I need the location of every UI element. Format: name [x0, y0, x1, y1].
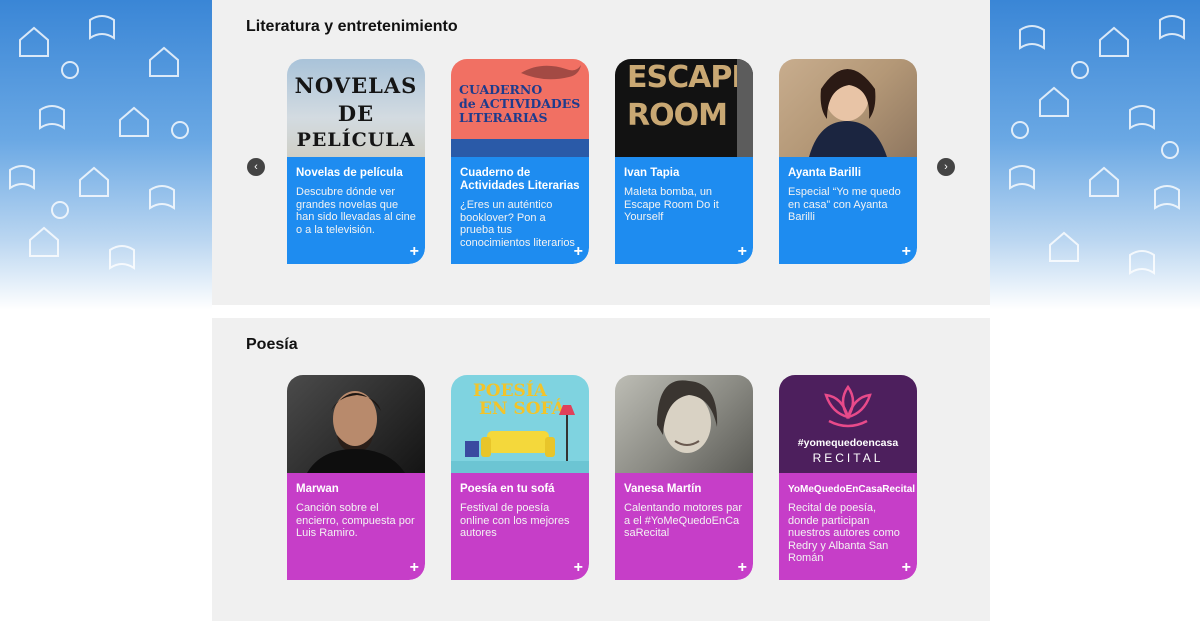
card-description: Calentando motores para el #YoMeQuedoEnC… [624, 502, 743, 539]
card-description: Canción sobre el encierro, compuesta por… [296, 502, 415, 539]
card-description: ¿Eres un auténtico booklover? Pon a prue… [460, 199, 575, 249]
card-body: Cuaderno de Actividades Literarias ¿Eres… [451, 157, 589, 264]
plus-icon[interactable]: + [738, 560, 747, 576]
image-text: ESCAPE [627, 60, 752, 95]
portrait-image [657, 380, 718, 453]
card-description: Festival de poesía online con los mejore… [460, 502, 570, 539]
card-novelas-de-pelicula[interactable]: NOVELAS DE PELÍCULA Novelas de película … [287, 59, 425, 264]
card-image: NOVELAS DE PELÍCULA [287, 59, 425, 157]
section-literatura: Literatura y entretenimiento NOVELAS DE … [212, 0, 990, 305]
image-text: #yomequedoencasa [797, 437, 899, 449]
pattern-icons [1009, 15, 1185, 275]
sofa-icon [451, 405, 589, 473]
section-title: Poesía [246, 336, 298, 353]
carousel-next-button[interactable]: › [937, 158, 955, 176]
card-image: #yomequedoencasa RECITAL [779, 375, 917, 473]
card-cuaderno-actividades[interactable]: CUADERNO de ACTIVIDADES LITERARIAS Cuade… [451, 59, 589, 264]
portrait-image [809, 69, 887, 157]
card-image [779, 59, 917, 157]
image-text: LITERARIAS [459, 110, 548, 125]
card-title: Cuaderno de Actividades Literarias [460, 167, 580, 192]
plus-icon[interactable]: + [574, 560, 583, 576]
card-body: Marwan Canción sobre el encierro, compue… [287, 473, 425, 580]
card-title: Poesía en tu sofá [460, 483, 555, 495]
card-body: Poesía en tu sofá Festival de poesía onl… [451, 473, 589, 580]
decorative-pattern-left [0, 0, 212, 310]
card-poesia-en-tu-sofa[interactable]: POESÍA EN SOFÁ Poesía en tu sofá Festiva… [451, 375, 589, 580]
image-text: ROOM [627, 98, 728, 133]
card-marwan[interactable]: Marwan Canción sobre el encierro, compue… [287, 375, 425, 580]
card-title: Marwan [296, 483, 339, 495]
card-image [287, 375, 425, 473]
image-text: CUADERNO [459, 82, 543, 97]
card-vanesa-martin[interactable]: Vanesa Martín Calentando motores para el… [615, 375, 753, 580]
card-image: CUADERNO de ACTIVIDADES LITERARIAS [451, 59, 589, 157]
section-title: Literatura y entretenimiento [246, 18, 458, 35]
card-description: Especial “Yo me quedo en casa” con Ayant… [788, 186, 901, 223]
image-text: DE [337, 101, 375, 126]
carousel-prev-button[interactable]: ‹ [247, 158, 265, 176]
card-title: YoMeQuedoEnCasaRecital [788, 484, 916, 495]
plus-icon[interactable]: + [410, 244, 419, 260]
card-title: Novelas de película [296, 167, 403, 179]
lotus-icon [824, 384, 872, 428]
card-body: Novelas de película Descubre dónde ver g… [287, 157, 425, 264]
pattern-icons [9, 15, 189, 270]
plus-icon[interactable]: + [902, 244, 911, 260]
card-image: POESÍA EN SOFÁ [451, 375, 589, 473]
card-image [615, 375, 753, 473]
section-poesia: Poesía Marwan Canción sobre el encierro,… [212, 318, 990, 621]
image-band [451, 139, 589, 157]
image-text: RECITAL [812, 451, 884, 465]
card-title: Ivan Tapia [624, 167, 680, 179]
card-title: Vanesa Martín [624, 483, 702, 495]
plus-icon[interactable]: + [902, 560, 911, 576]
image-text: PELÍCULA [296, 129, 416, 151]
plus-icon[interactable]: + [574, 244, 583, 260]
plus-icon[interactable]: + [738, 244, 747, 260]
card-ayanta-barilli[interactable]: Ayanta Barilli Especial “Yo me quedo en … [779, 59, 917, 264]
card-yomequedoencasa-recital[interactable]: #yomequedoencasa RECITAL YoMeQuedoEnCasa… [779, 375, 917, 580]
card-description: Maleta bomba, un Escape Room Do it Yours… [624, 186, 719, 223]
image-bar [737, 59, 753, 157]
portrait-image [307, 391, 405, 473]
card-body: Ivan Tapia Maleta bomba, un Escape Room … [615, 157, 753, 264]
card-description: Recital de poesía, donde participan nues… [788, 502, 900, 564]
card-description: Descubre dónde ver grandes novelas que h… [296, 186, 416, 236]
card-body: Ayanta Barilli Especial “Yo me quedo en … [779, 157, 917, 264]
image-text: NOVELAS [294, 73, 418, 98]
plus-icon[interactable]: + [410, 560, 419, 576]
card-title: Ayanta Barilli [788, 167, 862, 179]
card-body: YoMeQuedoEnCasaRecital Recital de poesía… [779, 473, 917, 580]
image-text: de ACTIVIDADES [459, 96, 581, 111]
card-body: Vanesa Martín Calentando motores para el… [615, 473, 753, 580]
card-image: ESCAPE ROOM [615, 59, 753, 157]
card-ivan-tapia[interactable]: ESCAPE ROOM Ivan Tapia Maleta bomba, un … [615, 59, 753, 264]
decorative-pattern-right [990, 0, 1200, 310]
